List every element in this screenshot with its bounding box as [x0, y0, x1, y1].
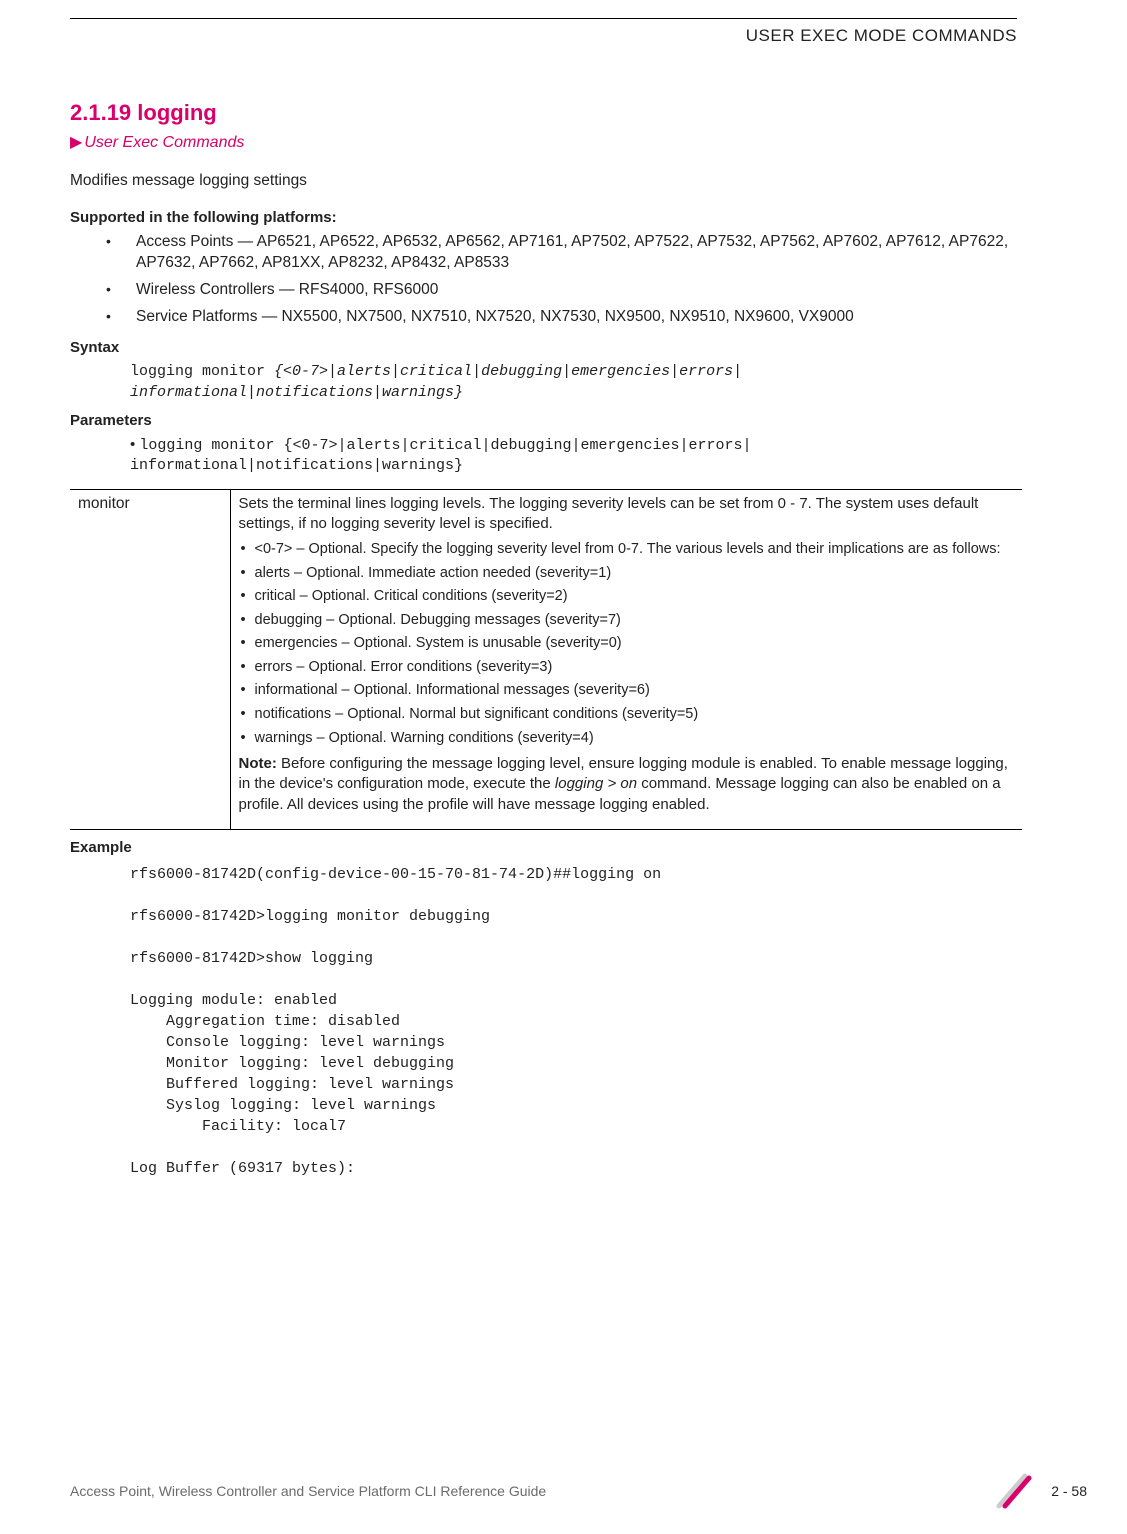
parameters-table: monitor Sets the terminal lines logging … [70, 489, 1022, 830]
param-intro: Sets the terminal lines logging levels. … [239, 494, 1015, 535]
parameters-heading: Parameters [70, 411, 1022, 431]
bullet-icon: • [130, 436, 139, 453]
list-item: errors – Optional. Error conditions (sev… [239, 658, 1015, 678]
list-item: emergencies – Optional. System is unusab… [239, 634, 1015, 654]
list-item: Access Points — AP6521, AP6522, AP6532, … [100, 232, 1022, 274]
list-item: Wireless Controllers — RFS4000, RFS6000 [100, 280, 1022, 301]
arrow-icon: ▶ [70, 134, 82, 151]
section-title: 2.1.19 logging [70, 98, 1022, 128]
example-code: rfs6000-81742D(config-device-00-15-70-81… [130, 864, 1022, 1179]
syntax-code: logging monitor {<0-7>|alerts|critical|d… [130, 362, 1022, 403]
header-rule [70, 18, 1017, 19]
breadcrumb[interactable]: ▶User Exec Commands [70, 132, 1022, 154]
list-item: informational – Optional. Informational … [239, 681, 1015, 701]
example-heading: Example [70, 838, 1022, 858]
page-number: 2 - 58 [1051, 1482, 1087, 1501]
platforms-list: Access Points — AP6521, AP6522, AP6532, … [100, 232, 1022, 328]
page-footer: Access Point, Wireless Controller and Se… [70, 1472, 1087, 1510]
param-name: monitor [70, 489, 230, 829]
syntax-heading: Syntax [70, 338, 1022, 358]
severity-list: <0-7> – Optional. Specify the logging se… [239, 540, 1015, 748]
list-item: notifications – Optional. Normal but sig… [239, 705, 1015, 725]
breadcrumb-text: User Exec Commands [84, 134, 244, 151]
syntax-fixed: logging monitor [130, 363, 274, 380]
page-content: 2.1.19 logging ▶User Exec Commands Modif… [70, 98, 1022, 1179]
note-command: logging > on [555, 775, 637, 792]
param-note: Note: Before configuring the message log… [239, 754, 1015, 815]
list-item: Service Platforms — NX5500, NX7500, NX75… [100, 307, 1022, 328]
list-item: warnings – Optional. Warning conditions … [239, 729, 1015, 749]
footer-guide-title: Access Point, Wireless Controller and Se… [70, 1482, 546, 1501]
list-item: <0-7> – Optional. Specify the logging se… [239, 540, 1015, 560]
table-row: monitor Sets the terminal lines logging … [70, 489, 1022, 829]
parameter-command: • logging monitor {<0-7>|alerts|critical… [130, 435, 1022, 477]
param-description: Sets the terminal lines logging levels. … [230, 489, 1022, 829]
param-fixed: logging monitor [139, 437, 283, 454]
note-label: Note: [239, 755, 277, 772]
running-header: USER EXEC MODE COMMANDS [0, 25, 1017, 48]
list-item: critical – Optional. Critical conditions… [239, 587, 1015, 607]
list-item: alerts – Optional. Immediate action need… [239, 564, 1015, 584]
brand-logo-icon [995, 1472, 1033, 1510]
list-item: debugging – Optional. Debugging messages… [239, 611, 1015, 631]
intro-text: Modifies message logging settings [70, 171, 1022, 192]
platforms-heading: Supported in the following platforms: [70, 208, 1022, 228]
